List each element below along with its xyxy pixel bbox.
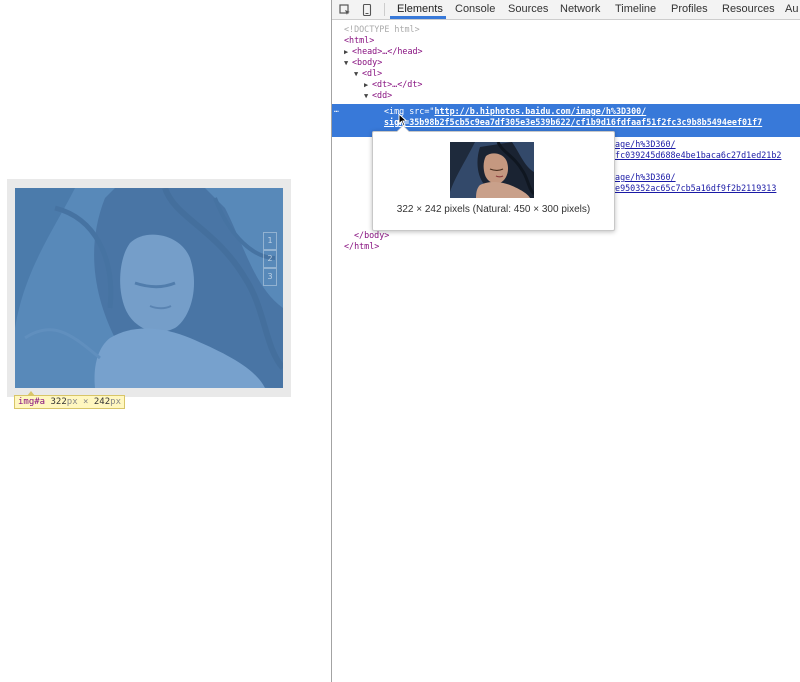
selected-node-line-2: sign=35b98b2f5cb5c9ea7df305e3e539b622/cf… (384, 117, 762, 128)
dom-img-2-link[interactable]: mage/h%3D360/ (610, 139, 676, 149)
devtools-toolbar: Elements Console Sources Network Timelin… (332, 0, 800, 20)
dom-img-3-line-2: 7e950352ac65c7cb5a16df9f2b2119313 (610, 183, 776, 194)
node-actions-dots[interactable]: … (334, 105, 339, 114)
page-viewport: 1 2 3 img#a 322px × 242px (0, 0, 331, 682)
selected-node-line-1: <img src="http://b.hiphotos.baidu.com/im… (384, 106, 647, 116)
tab-timeline[interactable]: Timeline (615, 0, 656, 19)
dom-node-html-close[interactable]: </html> (344, 241, 379, 252)
dom-node-head-label: <head>…</head> (352, 46, 423, 56)
dom-node-html[interactable]: <html> (344, 35, 374, 46)
dom-node-body[interactable]: ▼ <body> (344, 57, 382, 68)
tooltip-tag: img#a (18, 397, 46, 407)
dom-img-3-link[interactable]: mage/h%3D360/ (610, 172, 676, 182)
dom-node-head[interactable]: ▶ <head>…</head> (344, 46, 423, 57)
devtools-panel: Elements Console Sources Network Timelin… (332, 0, 800, 682)
element-size-tooltip: img#a 322px × 242px (14, 391, 125, 409)
selected-src-link[interactable]: http://b.hiphotos.baidu.com/image/h%3D30… (434, 106, 646, 116)
dom-doctype: <!DOCTYPE html> (344, 24, 420, 34)
tab-profiles[interactable]: Profiles (671, 0, 708, 19)
tab-resources[interactable]: Resources (722, 0, 775, 19)
image-container: 1 2 3 (7, 179, 291, 397)
dom-img-2-line-1: mage/h%3D360/ (610, 139, 676, 150)
image-preview-popover: 322 × 242 pixels (Natural: 450 × 300 pix… (372, 125, 615, 231)
image-preview-thumbnail (450, 142, 534, 198)
tooltip-times: × (83, 397, 89, 407)
tooltip-height: 242 (93, 397, 111, 407)
tooltip-width: 322 (50, 397, 67, 407)
tooltip-unit: px (66, 397, 78, 407)
pager-item-1[interactable]: 1 (263, 232, 277, 250)
active-tab-indicator (390, 16, 446, 19)
tab-console[interactable]: Console (455, 0, 495, 19)
dom-img-3-line-1: mage/h%3D360/ (610, 172, 676, 183)
tab-network[interactable]: Network (560, 0, 600, 19)
element-highlight-overlay (15, 188, 283, 388)
tooltip-unit: px (110, 397, 121, 407)
dom-img-2-link-cont[interactable]: dfc039245d688e4be1baca6c27d1ed21b2 (610, 150, 781, 160)
dom-node-dl[interactable]: ▼ <dl> (354, 68, 382, 79)
mouse-cursor-icon (398, 112, 408, 132)
image-dimensions-caption: 322 × 242 pixels (Natural: 450 × 300 pix… (396, 204, 591, 215)
dom-node-body-close[interactable]: </body> (354, 230, 389, 241)
dom-img-3-link-cont[interactable]: 7e950352ac65c7cb5a16df9f2b2119313 (610, 183, 776, 193)
dom-node-dt-label: <dt>…</dt> (372, 79, 423, 89)
collapse-triangle-icon[interactable]: ▼ (344, 58, 352, 69)
highlighted-image[interactable]: 1 2 3 (15, 188, 283, 388)
dom-node-dd[interactable]: ▼ <dd> (364, 90, 392, 101)
tab-sources[interactable]: Sources (508, 0, 548, 19)
dom-node-dd-label: <dd> (372, 90, 393, 100)
dom-node-body-label: <body> (352, 57, 383, 67)
tab-audits[interactable]: Au (785, 0, 798, 19)
selected-attr: src= (409, 106, 430, 116)
collapse-triangle-icon[interactable]: ▼ (354, 69, 362, 80)
dom-img-2-line-2: dfc039245d688e4be1baca6c27d1ed21b2 (610, 150, 781, 161)
inspect-element-icon[interactable] (336, 1, 354, 18)
pager-item-3[interactable]: 3 (263, 268, 277, 286)
dom-node-dl-label: <dl> (362, 68, 383, 78)
toolbar-separator (384, 3, 385, 16)
pager-item-2[interactable]: 2 (263, 250, 277, 268)
dom-node-dt[interactable]: ▶ <dt>…</dt> (364, 79, 422, 90)
device-mode-icon[interactable] (358, 1, 376, 18)
collapse-triangle-icon[interactable]: ▼ (364, 91, 372, 102)
selected-src-link-cont[interactable]: sign=35b98b2f5cb5c9ea7df305e3e539b622/cf… (384, 117, 762, 127)
